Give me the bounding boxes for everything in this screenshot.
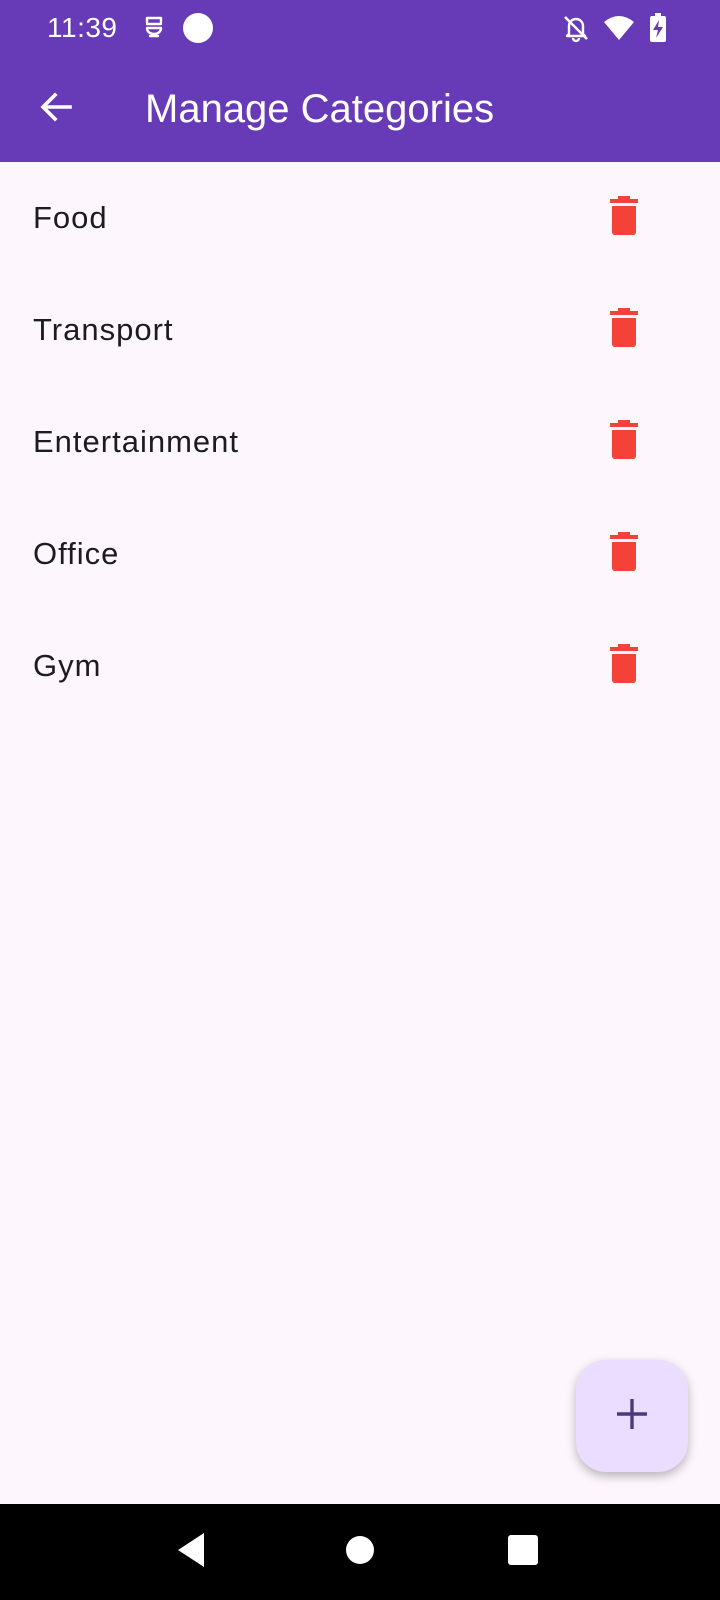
category-label: Food — [33, 200, 108, 235]
list-item: Entertainment — [0, 386, 720, 498]
category-list: Food Transport Entertainment Office Gym — [0, 162, 720, 722]
nav-recents-icon — [503, 1530, 543, 1575]
arrow-back-icon — [36, 87, 76, 132]
category-label: Gym — [33, 648, 102, 683]
list-item: Gym — [0, 610, 720, 722]
notifications-off-icon — [560, 12, 592, 44]
list-item: Food — [0, 162, 720, 274]
delete-button[interactable] — [592, 186, 656, 250]
category-label: Entertainment — [33, 424, 239, 459]
battery-charging-icon — [642, 12, 674, 44]
nav-home-button[interactable] — [336, 1528, 384, 1576]
system-nav-bar — [0, 1504, 720, 1600]
status-app-icon — [138, 12, 170, 44]
delete-button[interactable] — [592, 634, 656, 698]
trash-icon — [608, 307, 640, 353]
app-bar: Manage Categories — [0, 56, 720, 162]
category-label: Office — [33, 536, 120, 571]
trash-icon — [608, 195, 640, 241]
delete-button[interactable] — [592, 410, 656, 474]
trash-icon — [608, 643, 640, 689]
status-dot-icon — [182, 12, 214, 44]
delete-button[interactable] — [592, 298, 656, 362]
add-category-button[interactable] — [576, 1360, 688, 1472]
delete-button[interactable] — [592, 522, 656, 586]
status-time: 11:39 — [47, 12, 118, 43]
list-item: Office — [0, 498, 720, 610]
nav-back-button[interactable] — [168, 1528, 216, 1576]
back-button[interactable] — [24, 77, 88, 141]
category-label: Transport — [33, 312, 174, 347]
nav-home-icon — [340, 1530, 380, 1575]
trash-icon — [608, 531, 640, 577]
list-item: Transport — [0, 274, 720, 386]
plus-icon — [614, 1396, 650, 1437]
wifi-icon — [603, 12, 635, 44]
trash-icon — [608, 419, 640, 465]
nav-recents-button[interactable] — [499, 1528, 547, 1576]
status-bar: 11:39 — [0, 0, 720, 56]
page-title: Manage Categories — [145, 87, 495, 131]
nav-back-icon — [172, 1530, 212, 1575]
